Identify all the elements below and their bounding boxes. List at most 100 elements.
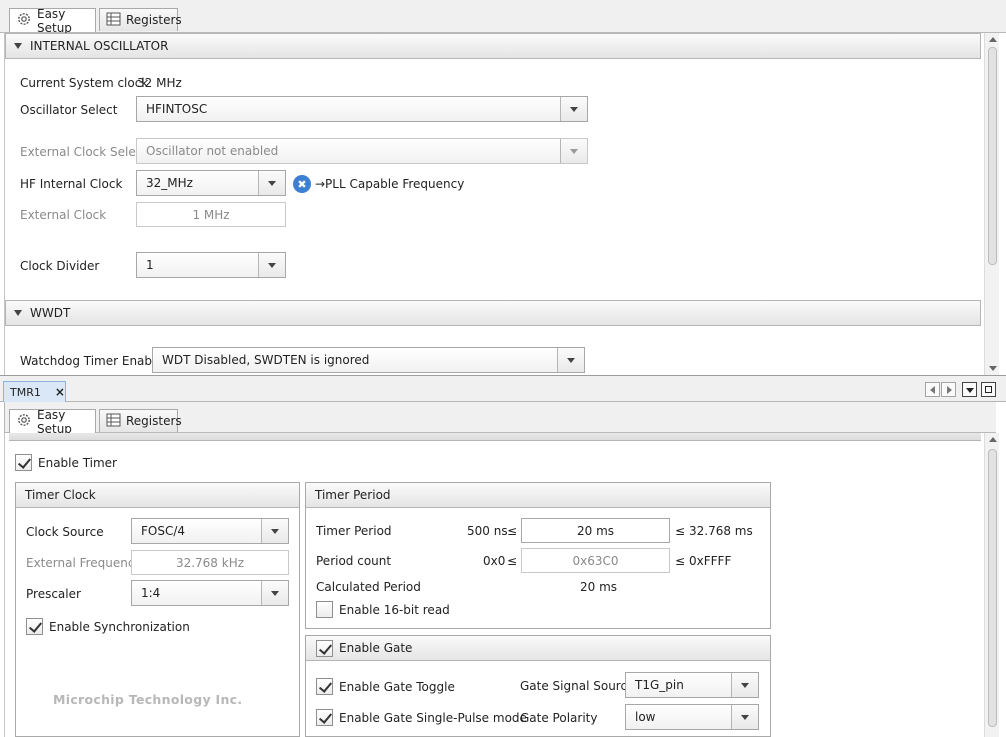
enable-16bit-read-label: Enable 16-bit read xyxy=(339,603,450,617)
tab-registers-bottom[interactable]: Registers xyxy=(99,409,182,432)
dropdown-value: 32_MHz xyxy=(146,176,193,190)
register-table-icon xyxy=(106,413,121,430)
watchdog-timer-enable-label: Watchdog Timer Enable xyxy=(20,354,163,368)
field-value: 1 MHz xyxy=(192,207,230,222)
chevron-down-icon[interactable] xyxy=(560,139,587,163)
gate-signal-source-dropdown[interactable]: T1G_pin xyxy=(625,672,759,698)
scroll-down-icon[interactable] xyxy=(989,366,997,371)
clock-divider-label: Clock Divider xyxy=(20,259,100,273)
maximize-button[interactable] xyxy=(981,382,996,397)
gear-icon xyxy=(16,11,32,30)
period-count-label: Period count xyxy=(316,554,392,568)
chevron-down-icon[interactable] xyxy=(258,171,285,195)
clock-divider-dropdown[interactable]: 1 xyxy=(136,252,286,278)
chevron-down-icon[interactable] xyxy=(731,673,758,697)
gate-polarity-dropdown[interactable]: low xyxy=(625,704,759,730)
scroll-up-icon[interactable] xyxy=(989,437,997,442)
editor-tab-bar xyxy=(0,376,1006,402)
enable-synchronization-checkbox[interactable] xyxy=(26,618,43,635)
collapse-triangle-icon[interactable] xyxy=(14,43,22,49)
dropdown-value: 1:4 xyxy=(141,586,161,600)
enable-synchronization-label: Enable Synchronization xyxy=(49,620,190,634)
chevron-down-icon[interactable] xyxy=(261,519,288,543)
enable-gate-toggle-checkbox[interactable] xyxy=(316,678,333,695)
hf-internal-clock-label: HF Internal Clock xyxy=(20,177,123,191)
enable-gate-single-pulse-checkbox[interactable] xyxy=(316,709,333,726)
group-header: Timer Period xyxy=(306,483,770,508)
timer-period-label: Timer Period xyxy=(316,524,392,538)
chevron-right-icon xyxy=(947,386,952,394)
group-title: Timer Period xyxy=(315,488,391,502)
enable-gate-checkbox[interactable] xyxy=(316,639,333,657)
enable-timer-checkbox[interactable] xyxy=(15,454,32,471)
tab-easy-setup-top[interactable]: Easy Setup xyxy=(9,7,96,35)
field-value: 0x63C0 xyxy=(572,553,619,568)
group-header: Enable Gate xyxy=(306,636,770,661)
oscillator-select-label: Oscillator Select xyxy=(20,103,118,117)
external-frequency-field[interactable]: 32.768 kHz xyxy=(131,550,289,575)
pll-info-icon: ✖ xyxy=(293,175,311,193)
timer-period-input[interactable]: 20 ms xyxy=(521,518,670,543)
tab-scroll-left-button[interactable] xyxy=(925,382,940,397)
enable-timer-label: Enable Timer xyxy=(38,456,117,470)
watchdog-timer-enable-dropdown[interactable]: WDT Disabled, SWDTEN is ignored xyxy=(152,347,585,373)
prescaler-dropdown[interactable]: 1:4 xyxy=(131,580,289,606)
prescaler-label: Prescaler xyxy=(26,587,81,601)
tab-scroll-right-button[interactable] xyxy=(941,382,956,397)
tab-label: Registers xyxy=(126,414,182,428)
oscillator-select-dropdown[interactable]: HFINTOSC xyxy=(136,96,588,122)
register-table-icon xyxy=(106,12,121,29)
editor-tab-tmr1[interactable]: TMR1 × xyxy=(3,381,66,402)
le-symbol: ≤ xyxy=(507,554,518,568)
enable-16bit-read-checkbox[interactable] xyxy=(316,601,333,618)
external-clock-field[interactable]: 1 MHz xyxy=(136,202,286,227)
section-wwdt[interactable]: WWDT xyxy=(5,300,981,326)
dropdown-value: Oscillator not enabled xyxy=(146,144,279,158)
le-symbol: ≤ xyxy=(507,524,518,538)
gate-polarity-label: Gate Polarity xyxy=(520,711,598,725)
dropdown-value: WDT Disabled, SWDTEN is ignored xyxy=(162,353,370,367)
timer-period-max: 32.768 ms xyxy=(689,524,753,538)
tab-registers-top[interactable]: Registers xyxy=(99,8,182,31)
collapse-triangle-icon[interactable] xyxy=(14,310,22,316)
dropdown-value: HFINTOSC xyxy=(146,102,208,116)
chevron-down-icon[interactable] xyxy=(258,253,285,277)
top-vertical-scrollbar[interactable] xyxy=(984,33,999,376)
gate-signal-source-label: Gate Signal Source xyxy=(520,679,635,693)
chevron-down-icon[interactable] xyxy=(557,348,584,372)
section-title: WWDT xyxy=(30,306,71,320)
external-clock-select-label: External Clock Select xyxy=(20,145,148,159)
calculated-period-value: 20 ms xyxy=(580,580,618,594)
chevron-down-icon[interactable] xyxy=(731,705,758,729)
scroll-up-icon[interactable] xyxy=(989,37,997,42)
maximize-icon xyxy=(985,386,992,393)
enable-gate-single-pulse-label: Enable Gate Single-Pulse mode xyxy=(339,711,527,725)
dropdown-value: low xyxy=(635,710,656,724)
external-clock-select-dropdown[interactable]: Oscillator not enabled xyxy=(136,138,588,164)
period-count-min: 0x0 xyxy=(483,554,506,568)
chevron-down-icon[interactable] xyxy=(560,97,587,121)
section-title: INTERNAL OSCILLATOR xyxy=(30,39,169,53)
period-count-field[interactable]: 0x63C0 xyxy=(521,548,670,573)
chevron-left-icon xyxy=(930,386,935,394)
field-value: 32.768 kHz xyxy=(175,555,245,570)
section-internal-oscillator[interactable]: INTERNAL OSCILLATOR xyxy=(5,33,981,59)
group-title: Timer Clock xyxy=(25,488,96,502)
clock-source-label: Clock Source xyxy=(26,525,104,539)
scroll-thumb[interactable] xyxy=(988,449,997,727)
chevron-down-icon[interactable] xyxy=(261,581,288,605)
timer-period-min: 500 ns xyxy=(467,524,508,538)
hf-internal-clock-dropdown[interactable]: 32_MHz xyxy=(136,170,286,196)
clock-source-dropdown[interactable]: FOSC/4 xyxy=(131,518,289,544)
gear-icon xyxy=(16,412,32,431)
close-icon[interactable]: × xyxy=(55,385,65,399)
chevron-down-icon xyxy=(966,388,974,393)
scroll-thumb[interactable] xyxy=(988,47,997,265)
tab-easy-setup-bottom[interactable]: Easy Setup xyxy=(9,408,96,436)
period-count-max: 0xFFFF xyxy=(689,554,732,568)
tab-list-button[interactable] xyxy=(962,382,977,397)
watermark: Microchip Technology Inc. xyxy=(53,692,243,707)
dropdown-value: T1G_pin xyxy=(635,678,684,692)
bottom-vertical-scrollbar[interactable] xyxy=(984,433,999,737)
editor-tab-label: TMR1 xyxy=(10,385,41,399)
